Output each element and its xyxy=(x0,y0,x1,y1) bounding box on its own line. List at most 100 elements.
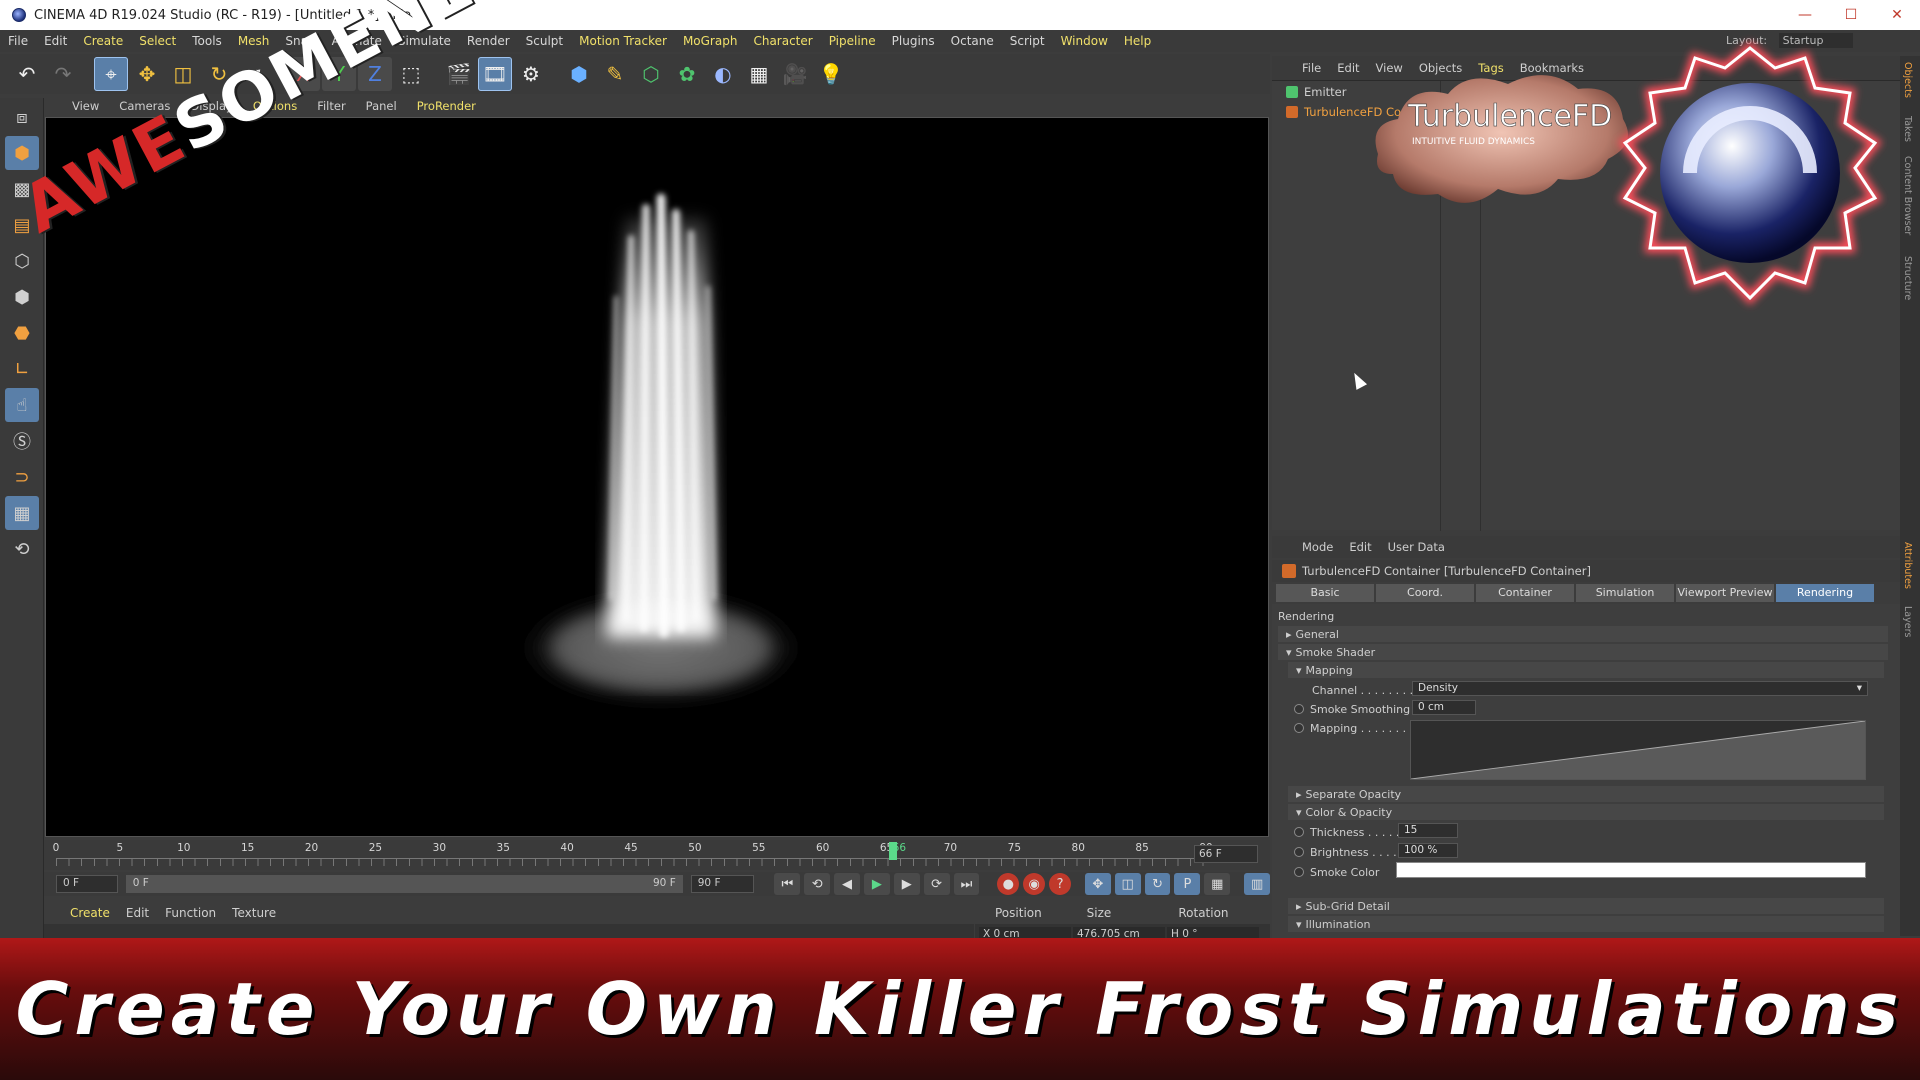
menu-edit[interactable]: Edit xyxy=(44,34,67,48)
attr-tab-basic[interactable]: Basic xyxy=(1276,584,1374,602)
next-key-icon[interactable]: ⟳ xyxy=(923,873,950,895)
object-menu-edit[interactable]: Edit xyxy=(1337,61,1359,75)
menu-script[interactable]: Script xyxy=(1010,34,1045,48)
material-menu-create[interactable]: Create xyxy=(70,906,110,920)
axis-mode-icon[interactable]: ∟ xyxy=(5,352,39,386)
previous-frame-icon[interactable]: ◀ xyxy=(834,873,860,895)
attr-tab-coord[interactable]: Coord. xyxy=(1376,584,1474,602)
key-scale-icon[interactable]: ◫ xyxy=(1114,873,1141,895)
group-sub-grid-detail[interactable]: ▸ Sub-Grid Detail xyxy=(1288,898,1884,914)
brightness-field[interactable]: 100 % xyxy=(1398,843,1458,858)
channel-dropdown[interactable]: Density ▾ xyxy=(1412,681,1868,696)
group-separate-opacity[interactable]: ▸ Separate Opacity xyxy=(1288,786,1884,802)
attributes-menu-edit[interactable]: Edit xyxy=(1349,540,1371,554)
viewport-menu-panel[interactable]: Panel xyxy=(366,99,397,113)
key-position-icon[interactable]: ✥ xyxy=(1084,873,1111,895)
render-picture-viewer-icon[interactable]: 🎞 xyxy=(478,57,512,91)
attributes-menu-user-data[interactable]: User Data xyxy=(1388,540,1445,554)
keyframe-selection-icon[interactable]: ? xyxy=(1049,873,1071,895)
coordinate-system-icon[interactable]: ⬚ xyxy=(394,57,428,91)
tab-layers[interactable]: Layers xyxy=(1902,606,1913,637)
viewport-menu-view[interactable]: View xyxy=(72,99,99,113)
close-button[interactable]: ✕ xyxy=(1874,0,1920,30)
menu-render[interactable]: Render xyxy=(467,34,510,48)
mapping-curve-graph[interactable] xyxy=(1410,720,1866,780)
make-editable-icon[interactable]: ⧈ xyxy=(5,100,39,134)
object-emitter[interactable]: Emitter xyxy=(1286,85,1347,99)
maximize-button[interactable]: ☐ xyxy=(1828,0,1874,30)
camera-icon[interactable]: 🎥 xyxy=(778,57,812,91)
record-keys-icon[interactable]: ● xyxy=(997,873,1020,895)
subdivision-generator-icon[interactable]: ⬡ xyxy=(634,57,668,91)
smoke-smoothing-field[interactable]: 0 cm xyxy=(1412,700,1476,715)
tweak-mode-icon[interactable]: ☝ xyxy=(5,388,39,422)
autokey-icon[interactable]: ◉ xyxy=(1023,873,1046,895)
spline-pen-icon[interactable]: ✎ xyxy=(598,57,632,91)
tab-structure[interactable]: Structure xyxy=(1902,256,1913,300)
attr-tab-simulation[interactable]: Simulation xyxy=(1576,584,1674,602)
object-menu-file[interactable]: File xyxy=(1302,61,1321,75)
render-view-icon[interactable]: 🎬 xyxy=(442,57,476,91)
menu-select[interactable]: Select xyxy=(139,34,176,48)
menu-octane[interactable]: Octane xyxy=(951,34,994,48)
menu-help[interactable]: Help xyxy=(1124,34,1151,48)
key-parameter-icon[interactable]: P xyxy=(1174,873,1201,895)
animate-radio-icon[interactable] xyxy=(1294,723,1304,733)
go-to-start-icon[interactable]: ⏮ xyxy=(774,873,801,895)
tab-objects[interactable]: Objects xyxy=(1902,62,1913,98)
previous-key-icon[interactable]: ⟲ xyxy=(804,873,831,895)
timeline-ruler[interactable]: 05101520253035404550556065667075808590 xyxy=(53,842,1213,868)
menu-tools[interactable]: Tools xyxy=(192,34,222,48)
workplane-grid-icon[interactable]: ▦ xyxy=(5,496,39,530)
animate-radio-icon[interactable] xyxy=(1294,827,1304,837)
group-color-opacity[interactable]: ▾ Color & Opacity xyxy=(1288,804,1884,820)
max-frame-field[interactable]: 90 F xyxy=(690,875,755,893)
viewport-menu-prorender[interactable]: ProRender xyxy=(417,99,476,113)
current-frame-field[interactable]: 66 F xyxy=(1194,845,1258,863)
menu-sculpt[interactable]: Sculpt xyxy=(526,34,563,48)
menu-character[interactable]: Character xyxy=(753,34,812,48)
key-rotation-icon[interactable]: ↻ xyxy=(1144,873,1171,895)
timeline[interactable]: 05101520253035404550556065667075808590 6… xyxy=(44,840,1270,870)
attr-tab-rendering[interactable]: Rendering xyxy=(1776,584,1874,602)
live-selection-icon[interactable]: ⌖ xyxy=(94,57,128,91)
tab-attributes[interactable]: Attributes xyxy=(1902,542,1913,589)
playhead[interactable] xyxy=(889,842,898,860)
snapping-icon[interactable]: Ⓢ xyxy=(5,424,39,458)
cloner-icon[interactable]: ✿ xyxy=(670,57,704,91)
menu-window[interactable]: Window xyxy=(1061,34,1108,48)
minimize-button[interactable]: — xyxy=(1782,0,1828,30)
deformer-icon[interactable]: ◐ xyxy=(706,57,740,91)
menu-pipeline[interactable]: Pipeline xyxy=(829,34,876,48)
menu-mograph[interactable]: MoGraph xyxy=(683,34,738,48)
smoke-color-swatch[interactable] xyxy=(1396,862,1866,878)
group-illumination[interactable]: ▾ Illumination xyxy=(1288,916,1884,932)
thickness-field[interactable]: 15 xyxy=(1398,823,1458,838)
group-smoke-shader[interactable]: ▾ Smoke Shader xyxy=(1278,644,1888,660)
points-mode-icon[interactable]: ⬡ xyxy=(5,244,39,278)
attr-tab-container[interactable]: Container xyxy=(1476,584,1574,602)
animate-radio-icon[interactable] xyxy=(1294,867,1304,877)
menu-create[interactable]: Create xyxy=(83,34,123,48)
floor-scene-icon[interactable]: ▦ xyxy=(742,57,776,91)
lock-workplane-icon[interactable]: ⟲ xyxy=(5,532,39,566)
group-general[interactable]: ▸ General xyxy=(1278,626,1888,642)
go-to-end-icon[interactable]: ⏭ xyxy=(953,873,980,895)
redo-icon[interactable]: ↷ xyxy=(46,57,80,91)
move-tool-icon[interactable]: ✥ xyxy=(130,57,164,91)
menu-motion-tracker[interactable]: Motion Tracker xyxy=(579,34,667,48)
attributes-menu-mode[interactable]: Mode xyxy=(1302,540,1333,554)
play-icon[interactable]: ▶ xyxy=(863,873,890,895)
menu-file[interactable]: File xyxy=(8,34,28,48)
animate-radio-icon[interactable] xyxy=(1294,704,1304,714)
key-pla-icon[interactable]: ▦ xyxy=(1204,873,1231,895)
group-mapping[interactable]: ▾ Mapping xyxy=(1288,662,1884,678)
range-slider[interactable]: 0 F 90 F xyxy=(125,875,683,893)
next-frame-icon[interactable]: ▶ xyxy=(893,873,920,895)
material-menu-edit[interactable]: Edit xyxy=(126,906,149,920)
perspective-viewport[interactable] xyxy=(45,117,1269,837)
light-icon[interactable]: 💡 xyxy=(814,57,848,91)
animate-radio-icon[interactable] xyxy=(1294,847,1304,857)
material-menu-texture[interactable]: Texture xyxy=(232,906,276,920)
tab-content-browser[interactable]: Content Browser xyxy=(1902,156,1913,235)
